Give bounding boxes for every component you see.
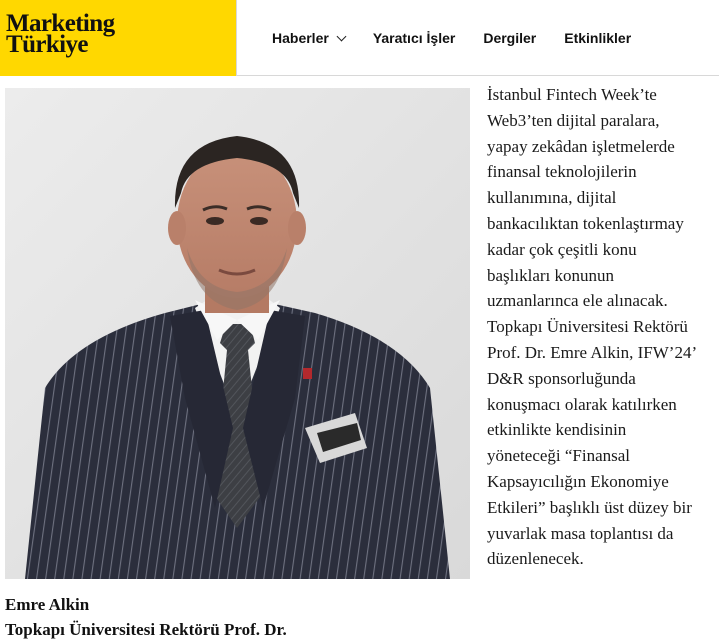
article-body: İstanbul Fintech Week’te Web3’ten dijita… — [487, 82, 719, 572]
article-line: etkinlikte kendisinin — [487, 420, 627, 440]
article-line: düzenlenecek. — [487, 549, 584, 569]
article-line: finansal teknolojilerin — [487, 162, 637, 182]
article-line: Topkapı Üniversitesi Rektörü — [487, 317, 688, 337]
site-logo[interactable]: Marketing Türkiye — [0, 0, 237, 76]
article-line: Prof. Dr. Emre Alkin, IFW’24’ — [487, 342, 698, 362]
logo-wordmark: Marketing Türkiye — [6, 11, 115, 58]
article-line: yöneteceği “Finansal — [487, 446, 631, 466]
nav-item-etkinlikler[interactable]: Etkinlikler — [550, 30, 645, 46]
caption-role: Topkapı Üniversitesi Rektörü Prof. Dr. — [5, 620, 287, 639]
article-line: kullanımına, dijital — [487, 188, 617, 208]
article-line: konuşmacı olarak katılırken — [487, 394, 677, 414]
article-line: Web3’ten dijital paralara, — [487, 110, 660, 130]
nav-item-label: Yaratıcı İşler — [372, 30, 456, 46]
chevron-down-icon — [336, 31, 347, 41]
caption-name: Emre Alkin — [5, 595, 90, 614]
main-nav: Haberler Yaratıcı İşler Dergiler Etkinli… — [258, 0, 645, 76]
article-line: D&R sponsorluğunda — [487, 368, 636, 388]
nav-item-label: Haberler — [272, 30, 329, 46]
nav-item-haberler[interactable]: Haberler — [258, 30, 359, 46]
article-line: Kapsayıcılığın Ekonomiye — [487, 471, 669, 491]
site-header: Marketing Türkiye Haberler Yaratıcı İşle… — [0, 0, 719, 76]
article-line: yuvarlak masa toplantısı da — [487, 523, 674, 543]
nav-item-yaratici-isler[interactable]: Yaratıcı İşler — [359, 30, 470, 46]
article-line: başlıkları konunun — [487, 265, 615, 285]
nav-item-dergiler[interactable]: Dergiler — [469, 30, 550, 46]
article-line: uzmanlarınca ele alınacak. — [487, 291, 668, 311]
logo-line-2: Türkiye — [6, 31, 89, 58]
nav-item-label: Etkinlikler — [564, 30, 632, 46]
photo-caption: Emre Alkin Topkapı Üniversitesi Rektörü … — [5, 594, 475, 641]
nav-item-label: Dergiler — [483, 30, 537, 46]
article-line: Etkileri” başlıklı üst düzey bir — [487, 497, 692, 517]
article-line: yapay zekâdan işletmelerde — [487, 136, 675, 156]
article-line: İstanbul Fintech Week’te — [487, 85, 657, 104]
article-photo — [5, 88, 470, 579]
portrait-image — [5, 88, 470, 579]
article-line: bankacılıktan tokenlaştırmay — [487, 213, 684, 233]
article-line: kadar çok çeşitli konu — [487, 239, 637, 259]
